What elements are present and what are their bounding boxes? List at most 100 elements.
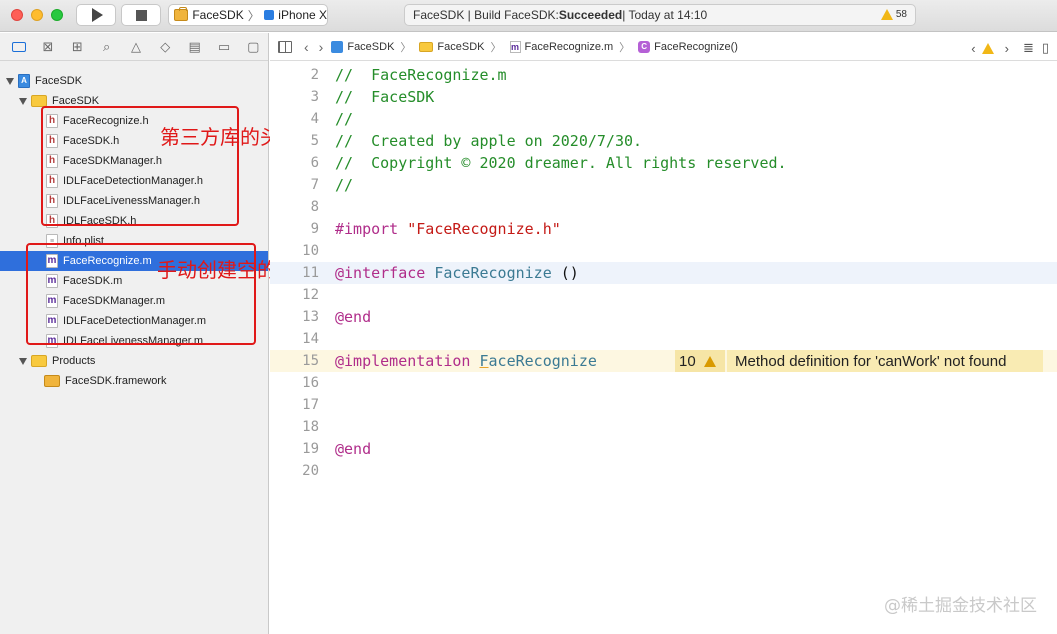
category-icon: C — [638, 40, 651, 53]
tree-item-framework[interactable]: FaceSDK.framework — [0, 371, 268, 391]
code-text: // — [335, 110, 354, 128]
run-button[interactable] — [76, 4, 116, 26]
tab-report-navigator[interactable]: ▢ — [239, 37, 268, 57]
breadcrumb-separator: 〉 — [490, 41, 502, 54]
status-suffix: | Today at 14:10 — [622, 8, 708, 22]
code-keyword: @end — [335, 440, 372, 458]
disclosure-triangle-icon — [19, 97, 27, 105]
breadcrumb-separator: 〉 — [400, 41, 412, 54]
line-number: 14 — [302, 331, 319, 347]
breadcrumb-file[interactable]: m FaceRecognize.m 〉 — [509, 39, 631, 55]
code-line: 18 — [270, 416, 1057, 438]
disclosure-triangle-icon — [6, 77, 14, 85]
tab-project-navigator[interactable] — [4, 37, 33, 57]
zoom-window-button[interactable] — [51, 9, 63, 21]
line-number: 11 — [302, 265, 319, 281]
breadcrumb-group[interactable]: FaceSDK 〉 — [419, 39, 502, 55]
code-plain: () — [551, 264, 579, 282]
code-keyword: @implementation — [335, 352, 471, 370]
forward-arrow-icon[interactable]: › — [319, 39, 324, 55]
line-number: 9 — [310, 221, 319, 237]
back-arrow-icon[interactable]: ‹ — [304, 39, 309, 55]
line-number: 13 — [302, 309, 319, 325]
line-number: 4 — [310, 111, 319, 127]
line-number: 15 — [302, 353, 319, 369]
line-number: 20 — [302, 463, 319, 479]
code-line: 10 — [270, 240, 1057, 262]
code-line: 16 — [270, 372, 1057, 394]
code-line: 7 // — [270, 174, 1057, 196]
code-line: 19 @end — [270, 438, 1057, 460]
code-line: 12 — [270, 284, 1057, 306]
breadcrumb-label: FaceRecognize.m — [524, 40, 614, 53]
next-issue-icon[interactable]: › — [1005, 41, 1009, 56]
scheme-project-label: FaceSDK — [192, 8, 244, 22]
search-icon: ⌕ — [103, 38, 111, 54]
navigator-tabs: ⊠ ⊞ ⌕ △ ◇ ▤ ▭ ▢ — [0, 33, 268, 61]
tab-test-navigator[interactable]: ◇ — [151, 37, 180, 57]
tree-item-project[interactable]: A FaceSDK — [0, 71, 268, 91]
tab-issue-navigator[interactable]: △ — [121, 37, 150, 57]
tab-symbol-navigator[interactable]: ⊞ — [63, 37, 92, 57]
code-text: @implementation FaceRecognize — [335, 352, 597, 370]
source-control-icon: ⊠ — [42, 38, 54, 54]
line-number: 2 — [310, 67, 319, 83]
line-number: 3 — [310, 89, 319, 105]
code-type-first-letter: F — [479, 352, 489, 370]
inline-warning[interactable]: 10 Method definition for 'canWork' not f… — [675, 350, 1043, 372]
framework-icon — [44, 375, 60, 387]
tree-item-group-products[interactable]: Products — [0, 351, 268, 371]
folder-icon — [31, 355, 47, 367]
implementation-file-icon: m — [509, 40, 521, 53]
add-editor-icon[interactable]: ▯ — [1042, 40, 1049, 56]
tab-find-navigator[interactable]: ⌕ — [92, 37, 121, 57]
line-number: 5 — [310, 133, 319, 149]
scheme-separator: 〉 — [247, 8, 260, 23]
play-icon — [92, 8, 103, 22]
line-number: 8 — [310, 199, 319, 215]
source-editor[interactable]: 2 // FaceRecognize.m 3 // FaceSDK 4 // 5 // … — [270, 62, 1057, 634]
minimize-window-button[interactable] — [31, 9, 43, 21]
tab-breakpoint-navigator[interactable]: ▭ — [209, 37, 238, 57]
scheme-selector[interactable]: FaceSDK 〉 iPhone X — [168, 4, 328, 26]
breakpoint-icon: ▭ — [217, 38, 231, 54]
inline-warning-count: 10 — [679, 352, 696, 370]
tab-debug-navigator[interactable]: ▤ — [180, 37, 209, 57]
gauge-icon: ▤ — [188, 38, 201, 54]
line-number: 7 — [310, 177, 319, 193]
adjust-editor-icon[interactable]: ≣ — [1023, 40, 1034, 56]
tab-source-control[interactable]: ⊠ — [33, 37, 62, 57]
code-line-warning: 15 @implementation FaceRecognize 10 Meth… — [270, 350, 1057, 372]
toolbox-icon — [174, 7, 189, 21]
related-items-icon[interactable] — [278, 40, 292, 53]
breadcrumb-project[interactable]: FaceSDK 〉 — [331, 39, 411, 55]
stop-button[interactable] — [121, 4, 161, 26]
code-line: 4 // — [270, 108, 1057, 130]
previous-issue-icon[interactable]: ‹ — [971, 41, 975, 56]
folder-icon — [419, 41, 434, 52]
stop-icon — [135, 9, 147, 21]
watermark: @稀土掘金技术社区 — [884, 596, 1037, 616]
line-number: 18 — [302, 419, 319, 435]
issue-warning-icon[interactable] — [981, 42, 994, 54]
breadcrumb-symbol[interactable]: C FaceRecognize() — [638, 40, 738, 53]
tree-item-label: Products — [52, 355, 96, 367]
tree-item-label: FaceSDK.framework — [65, 375, 167, 387]
tree-item-label: FaceSDK — [35, 75, 83, 87]
code-text: // FaceSDK — [335, 88, 435, 106]
warning-count-pill[interactable]: 10 — [675, 350, 725, 372]
warning-count-badge[interactable]: 58 — [880, 9, 907, 20]
code-line: 6 // Copyright © 2020 dreamer. All rights… — [270, 152, 1057, 174]
device-icon — [263, 10, 275, 20]
close-window-button[interactable] — [11, 9, 23, 21]
breadcrumb-separator: 〉 — [619, 41, 631, 54]
code-line: 3 // FaceSDK — [270, 86, 1057, 108]
code-keyword: @end — [335, 308, 372, 326]
report-icon: ▢ — [247, 38, 260, 54]
code-line: 9 #import "FaceRecognize.h" — [270, 218, 1057, 240]
code-text: // Copyright © 2020 dreamer. All rights … — [335, 154, 787, 172]
status-prefix: FaceSDK | Build FaceSDK: — [413, 8, 559, 22]
code-text: // — [335, 176, 354, 194]
code-line: 17 — [270, 394, 1057, 416]
code-line-current: 11 @interface FaceRecognize () — [270, 262, 1057, 284]
